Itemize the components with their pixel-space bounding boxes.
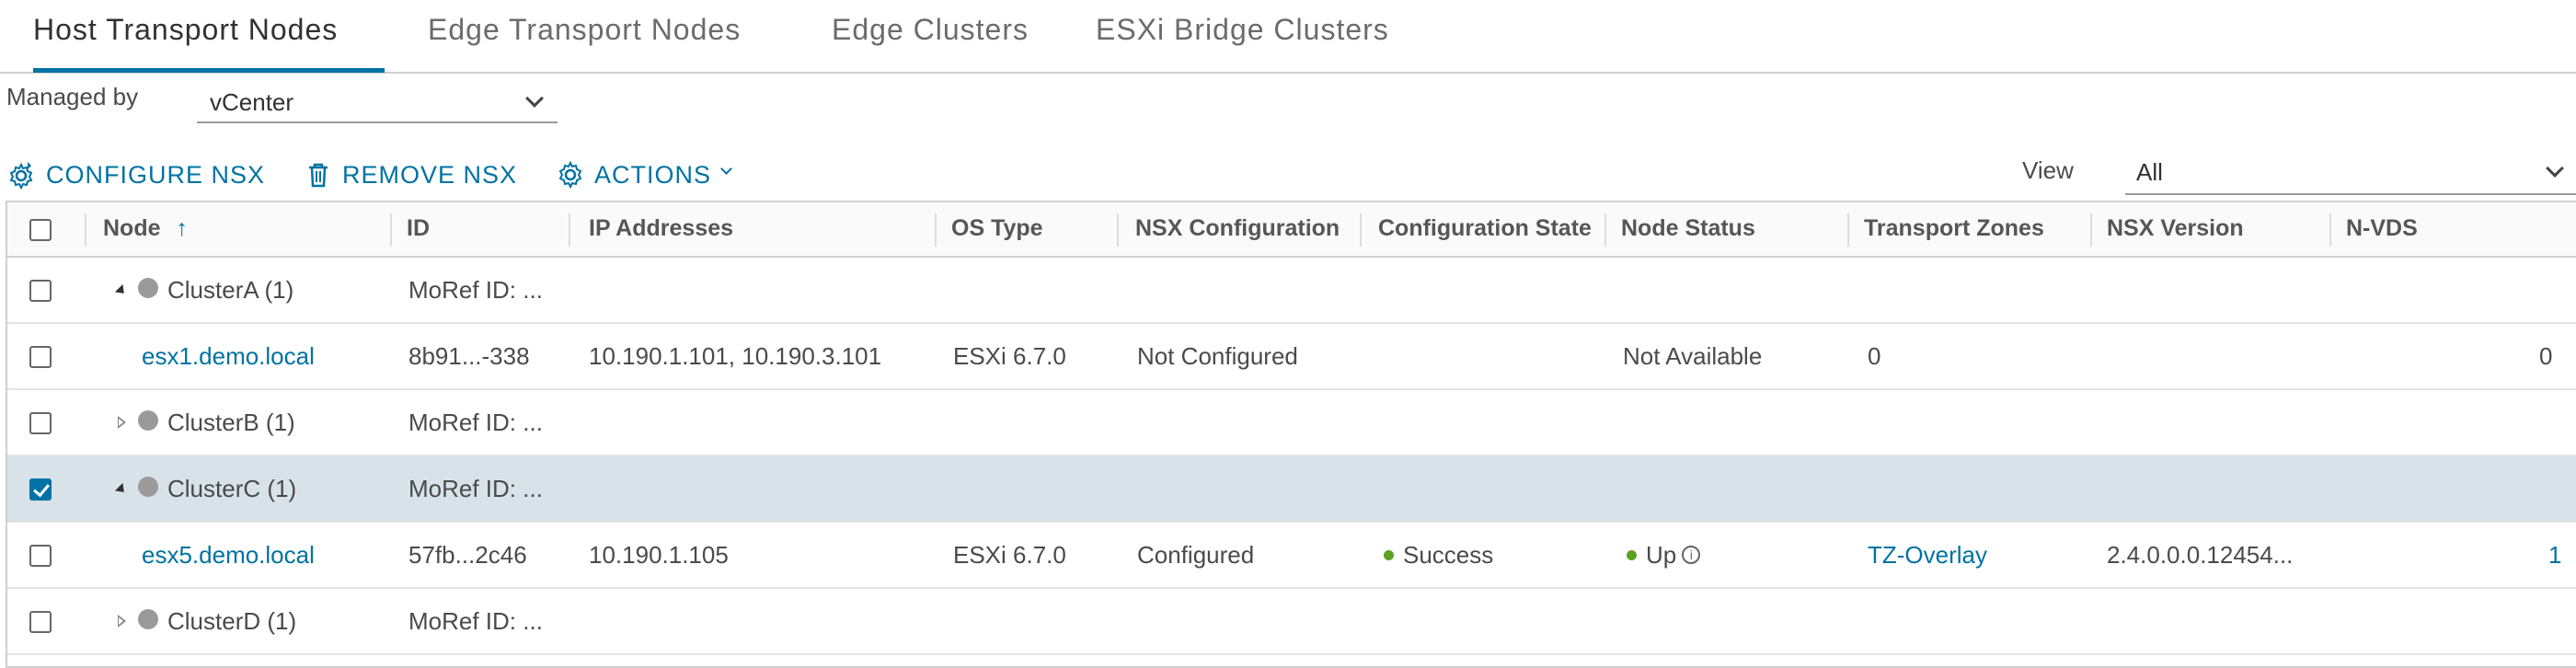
row-checkbox[interactable] — [29, 478, 52, 501]
column-header-id[interactable]: ID — [407, 215, 430, 242]
table-header: Node ↑ ID IP Addresses OS Type NSX Confi… — [7, 202, 2576, 258]
column-header-configuration-state[interactable]: Configuration State — [1378, 215, 1592, 242]
table-row[interactable]: esx1.demo.local 8b91...-338 10.190.1.101… — [7, 324, 2576, 390]
transport-zones: 0 — [1868, 342, 1881, 370]
remove-nsx-label: REMOVE NSX — [342, 160, 518, 189]
view-label: View — [2022, 156, 2074, 184]
os-type: ESXi 6.7.0 — [953, 541, 1066, 569]
cluster-name: ClusterD (1) — [167, 607, 297, 635]
cluster-status-icon — [138, 278, 158, 298]
collapse-caret-icon[interactable] — [114, 482, 129, 497]
collapse-caret-icon[interactable] — [114, 283, 129, 298]
ip-addresses: 10.190.1.101, 10.190.3.101 — [589, 342, 882, 370]
info-icon[interactable]: i — [1682, 546, 1701, 565]
tab-esxi-bridge-clusters[interactable]: ESXi Bridge Clusters — [1096, 13, 1389, 47]
managed-by-select[interactable]: vCenter — [197, 81, 558, 123]
row-checkbox[interactable] — [29, 545, 52, 567]
remove-nsx-button[interactable]: REMOVE NSX — [304, 156, 517, 193]
node-id: 57fb...2c46 — [408, 541, 527, 569]
node-id: MoRef ID: ... — [408, 607, 543, 635]
row-checkbox[interactable] — [29, 280, 52, 302]
ip-addresses: 10.190.1.105 — [589, 541, 729, 569]
view-value: All — [2136, 158, 2163, 186]
gear-icon — [558, 160, 582, 190]
up-status-icon — [1627, 549, 1637, 560]
row-checkbox[interactable] — [29, 611, 52, 633]
table-row[interactable]: ClusterD (1) MoRef ID: ... — [7, 589, 2576, 655]
expand-caret-icon[interactable] — [118, 416, 126, 429]
column-header-n-vds[interactable]: N-VDS — [2346, 215, 2418, 242]
chevron-down-icon — [525, 89, 544, 108]
column-header-ip-addresses[interactable]: IP Addresses — [589, 215, 733, 242]
column-header-os-type[interactable]: OS Type — [951, 215, 1043, 242]
gear-icon — [9, 162, 33, 190]
cluster-name: ClusterB (1) — [167, 409, 295, 436]
tab-edge-transport-nodes[interactable]: Edge Transport Nodes — [428, 13, 741, 47]
transport-nodes-table: Node ↑ ID IP Addresses OS Type NSX Confi… — [6, 201, 2576, 668]
node-id: MoRef ID: ... — [408, 276, 543, 304]
tab-edge-clusters[interactable]: Edge Clusters — [832, 13, 1029, 47]
cluster-status-icon — [138, 609, 158, 629]
success-status-icon — [1384, 549, 1394, 560]
node-status: Not Available — [1623, 342, 1763, 370]
configure-nsx-button[interactable]: CONFIGURE NSX — [7, 156, 265, 193]
column-header-nsx-version[interactable]: NSX Version — [2107, 215, 2244, 242]
actions-label: ACTIONS — [594, 160, 712, 189]
tab-host-transport-nodes[interactable]: Host Transport Nodes — [33, 13, 338, 47]
trash-icon — [309, 163, 328, 188]
table-row[interactable]: ClusterB (1) MoRef ID: ... — [7, 390, 2576, 456]
transport-zone-link[interactable]: TZ-Overlay — [1868, 541, 1987, 570]
cluster-status-icon — [138, 477, 158, 497]
managed-by-label: Managed by — [6, 83, 139, 110]
host-link[interactable]: esx1.demo.local — [142, 342, 315, 371]
sort-ascending-icon[interactable]: ↑ — [176, 215, 188, 241]
cluster-name: ClusterC (1) — [167, 475, 297, 502]
column-header-node-status[interactable]: Node Status — [1621, 215, 1755, 242]
table-row[interactable]: ClusterA (1) MoRef ID: ... — [7, 258, 2576, 324]
node-id: MoRef ID: ... — [408, 475, 543, 502]
chevron-down-icon — [2546, 159, 2564, 178]
active-tab-indicator — [33, 68, 385, 73]
managed-by-value: vCenter — [210, 88, 294, 116]
column-header-node[interactable]: Node ↑ — [103, 215, 188, 242]
configure-nsx-label: CONFIGURE NSX — [46, 160, 266, 189]
table-row[interactable]: esx5.demo.local 57fb...2c46 10.190.1.105… — [7, 523, 2576, 589]
chevron-down-icon — [720, 163, 733, 181]
nsx-configuration: Configured — [1137, 541, 1255, 569]
configuration-state: Success — [1384, 541, 1493, 570]
n-vds: 0 — [2539, 342, 2553, 370]
expand-caret-icon[interactable] — [118, 615, 126, 628]
os-type: ESXi 6.7.0 — [953, 342, 1066, 370]
host-link[interactable]: esx5.demo.local — [142, 541, 315, 570]
actions-menu-button[interactable]: ACTIONS — [556, 156, 733, 193]
nsx-version: 2.4.0.0.0.12454... — [2107, 541, 2294, 569]
cluster-name: ClusterA (1) — [167, 276, 294, 304]
n-vds-link[interactable]: 1 — [2548, 541, 2561, 570]
column-header-nsx-configuration[interactable]: NSX Configuration — [1135, 215, 1340, 242]
tab-bar: Host Transport Nodes Edge Transport Node… — [0, 0, 2576, 74]
node-status: Up i — [1627, 541, 1701, 570]
table-row[interactable]: ClusterC (1) MoRef ID: ... — [7, 456, 2576, 523]
view-select[interactable]: All — [2125, 149, 2576, 195]
nsx-configuration: Not Configured — [1137, 342, 1298, 370]
row-checkbox[interactable] — [29, 346, 52, 368]
select-all-checkbox[interactable] — [29, 219, 52, 241]
column-header-transport-zones[interactable]: Transport Zones — [1864, 215, 2044, 242]
cluster-status-icon — [138, 410, 158, 431]
node-id: 8b91...-338 — [408, 342, 530, 370]
node-id: MoRef ID: ... — [408, 409, 543, 436]
row-checkbox[interactable] — [29, 412, 52, 434]
